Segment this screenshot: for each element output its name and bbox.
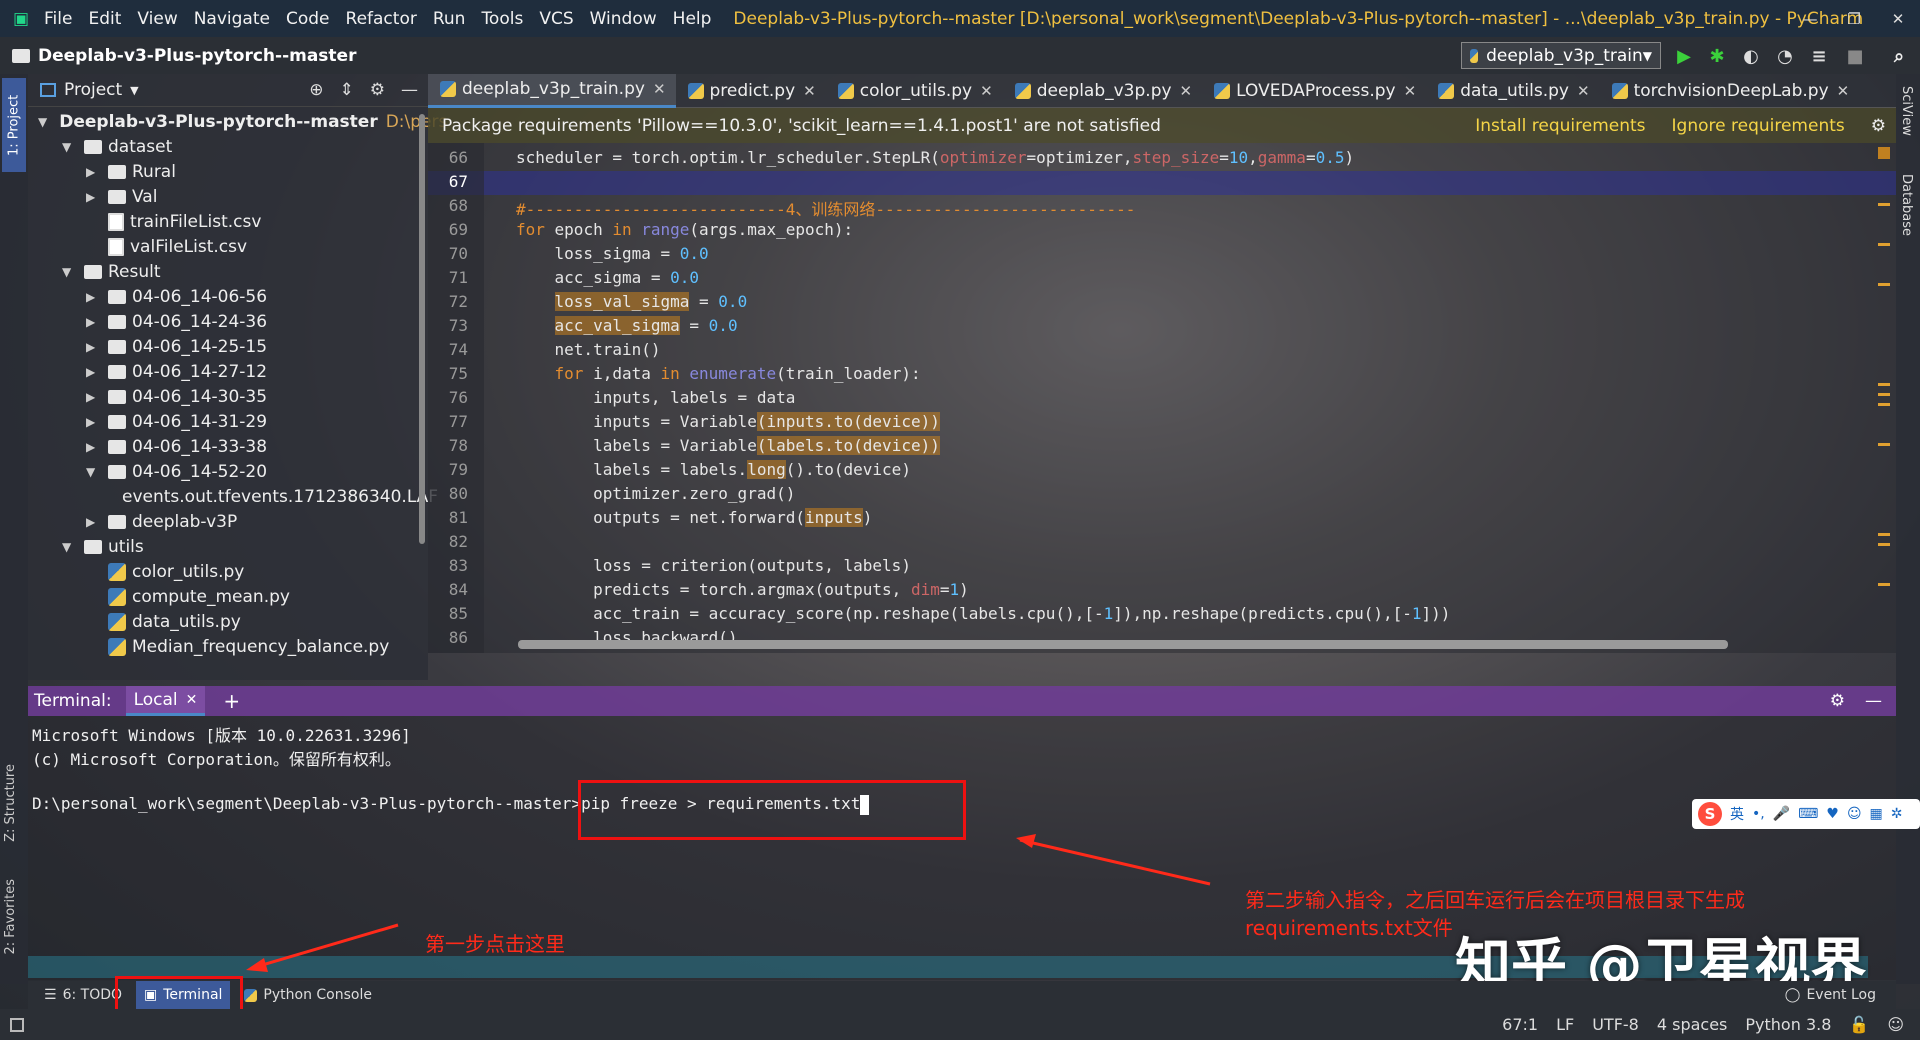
speech-bubble-icon: ◯ [1785, 987, 1801, 1003]
grid-icon[interactable]: ▦ [1870, 806, 1883, 822]
ime-language[interactable]: 英 [1730, 804, 1744, 824]
tool-windows-icon[interactable] [10, 1018, 24, 1032]
caret-position[interactable]: 67:1 [1502, 1015, 1538, 1034]
punctuation-icon[interactable]: •, [1752, 806, 1765, 822]
annotation-step2-line2: requirements.txt文件 [1245, 912, 1453, 941]
status-bar: 67:1 LF UTF-8 4 spaces Python 3.8 🔓 ☺ [0, 1009, 1920, 1040]
event-log-label: Event Log [1806, 987, 1876, 1003]
keyboard-icon[interactable]: ⌨ [1798, 806, 1818, 822]
sogou-logo-icon[interactable]: S [1698, 802, 1722, 826]
ime-settings-icon[interactable]: ✲ [1891, 806, 1903, 822]
annotation-step2-line1: 第二步输入指令，之后回车运行后会在项目根目录下生成 [1245, 884, 1745, 913]
microphone-icon[interactable]: 🎤 [1773, 806, 1790, 822]
lock-icon[interactable]: 🔓 [1849, 1015, 1869, 1034]
python-icon [244, 989, 257, 1002]
bottom-tool-buttons: ☰ 6: TODO ▣ Terminal Python Console ◯ Ev… [28, 981, 1896, 1009]
python-console-tool-button[interactable]: Python Console [236, 981, 380, 1009]
python-interpreter[interactable]: Python 3.8 [1745, 1015, 1831, 1034]
line-separator[interactable]: LF [1556, 1015, 1574, 1034]
list-icon: ☰ [44, 987, 57, 1003]
annotation-step1: 第一步点击这里 [425, 928, 565, 957]
python-console-label: Python Console [263, 987, 372, 1003]
event-log-tool-button[interactable]: ◯ Event Log [1777, 981, 1884, 1009]
inspector-icon[interactable]: ☺ [1887, 1015, 1904, 1034]
skin-icon[interactable]: ♥ [1826, 806, 1839, 822]
emoji-icon[interactable]: ☺ [1847, 806, 1862, 822]
file-encoding[interactable]: UTF-8 [1592, 1015, 1639, 1034]
terminal-button-highlight-box [115, 976, 243, 1013]
indent-setting[interactable]: 4 spaces [1657, 1015, 1728, 1034]
todo-label: 6: TODO [63, 987, 122, 1003]
ime-toolbar: S 英 •, 🎤 ⌨ ♥ ☺ ▦ ✲ [1692, 799, 1920, 829]
